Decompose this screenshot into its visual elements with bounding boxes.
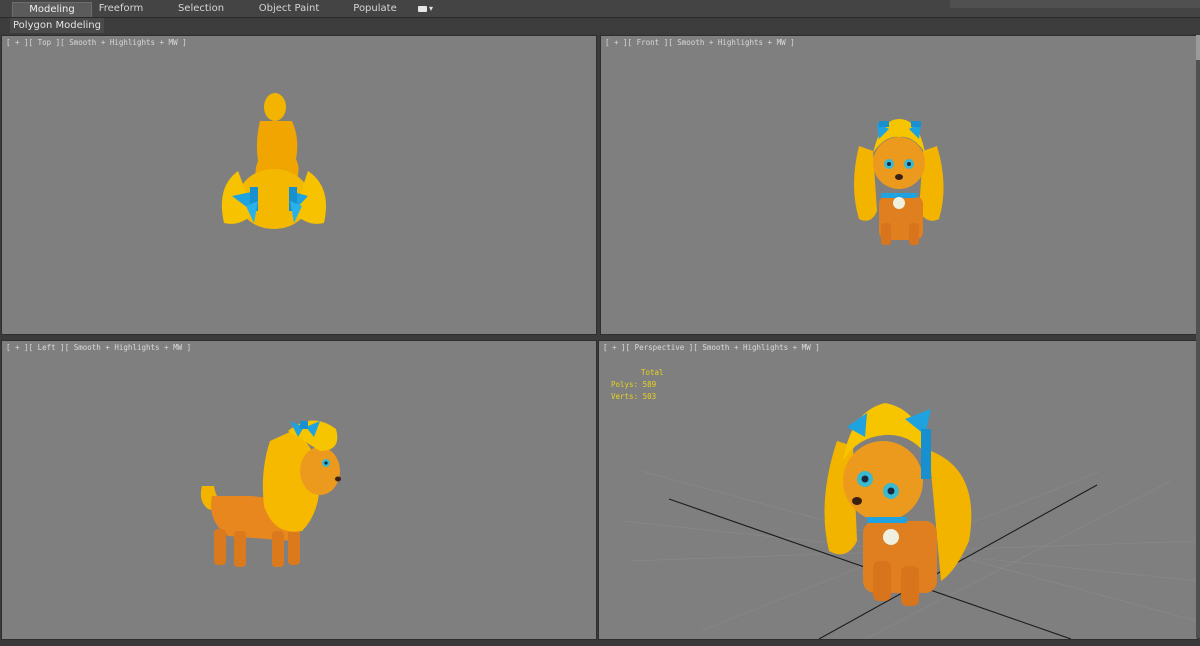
model-perspective-view xyxy=(620,403,1197,639)
tab-modeling[interactable]: Modeling xyxy=(12,2,92,17)
stats-total-label: Total xyxy=(641,368,664,377)
scrollbar-thumb[interactable] xyxy=(1196,35,1200,60)
model-front-view xyxy=(854,119,944,245)
viewport-top[interactable]: [ + ][ Top ][ Smooth + Highlights + MW ] xyxy=(1,35,597,335)
stats-polys: Polys: 589 xyxy=(611,380,657,389)
ribbon-menu-button[interactable]: ▾ xyxy=(418,3,438,14)
status-bar xyxy=(0,640,1200,646)
model-left-view xyxy=(200,420,341,567)
title-strip xyxy=(950,0,1200,8)
tab-selection[interactable]: Selection xyxy=(170,2,232,16)
model-top-view xyxy=(221,93,326,229)
scrollbar-track[interactable] xyxy=(1196,35,1200,638)
viewport-left[interactable]: [ + ][ Left ][ Smooth + Highlights + MW … xyxy=(1,340,597,640)
camera-icon xyxy=(418,5,427,12)
stats-verts: Verts: 503 xyxy=(611,392,657,401)
tab-object-paint[interactable]: Object Paint xyxy=(250,2,328,16)
ribbon-panel: Polygon Modeling xyxy=(0,18,1200,33)
tab-populate[interactable]: Populate xyxy=(345,2,405,16)
stats-overlay: Total Polys: 589 Verts: 503 xyxy=(611,367,664,403)
panel-polygon-modeling[interactable]: Polygon Modeling xyxy=(10,18,104,33)
viewport-front[interactable]: [ + ][ Front ][ Smooth + Highlights + MW… xyxy=(600,35,1198,335)
tab-freeform[interactable]: Freeform xyxy=(90,2,152,16)
viewport-perspective[interactable]: [ + ][ Perspective ][ Smooth + Highlight… xyxy=(598,340,1198,640)
